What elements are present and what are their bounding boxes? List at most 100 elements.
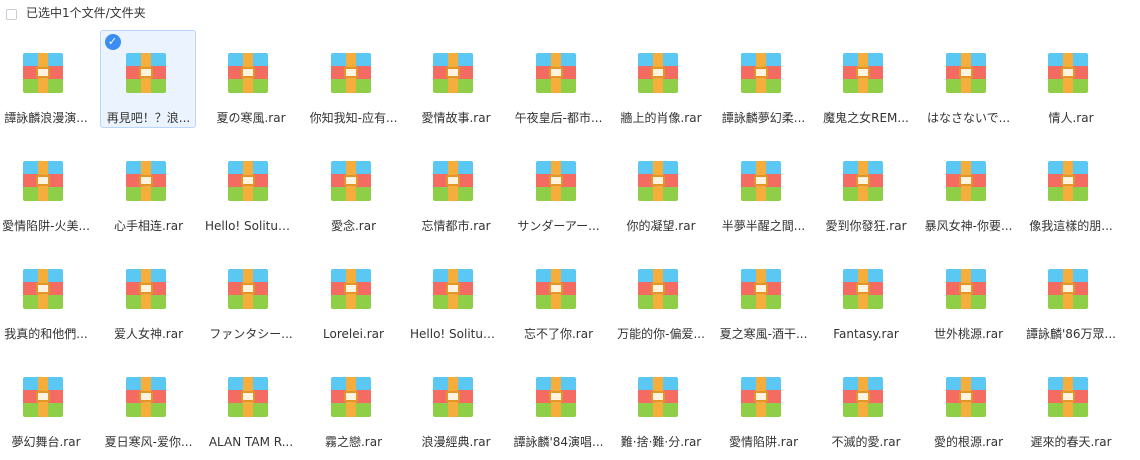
file-name-label: 像我這樣的朋...	[1029, 219, 1113, 233]
archive-rar-icon	[843, 53, 883, 93]
archive-rar-icon	[433, 377, 473, 417]
checkmark-icon[interactable]: ✓	[104, 34, 121, 50]
file-item[interactable]: 愛情陷阱-火美...	[0, 138, 93, 236]
file-name-label: 暴风女神-你要...	[924, 219, 1013, 233]
archive-rar-icon	[945, 161, 986, 201]
file-item[interactable]: Lorelei.rar	[305, 246, 401, 344]
archive-rar-icon	[843, 269, 883, 309]
file-item[interactable]: Hello! Solitud...	[407, 246, 503, 344]
file-name-label: 魔鬼之女REM...	[823, 111, 909, 125]
file-item[interactable]: 我真的和他們...	[0, 246, 93, 344]
file-item[interactable]: 情人.rar	[1022, 30, 1118, 128]
file-name-label: はなさないで...	[926, 111, 1011, 125]
file-name-label: 夏之寒風-酒干...	[719, 327, 808, 341]
file-name-label: 情人.rar	[1048, 111, 1094, 125]
archive-rar-icon	[228, 377, 268, 417]
file-name-label: ALAN TAM R...	[208, 435, 294, 449]
selection-count-text: 已选中1个文件/文件夹	[26, 6, 146, 20]
archive-rar-icon	[433, 269, 473, 309]
archive-rar-icon	[23, 377, 63, 417]
archive-rar-icon	[535, 53, 576, 93]
archive-rar-icon	[330, 269, 371, 309]
select-all-checkbox[interactable]	[6, 9, 17, 20]
file-item[interactable]: 譚詠麟'86万眾...	[1022, 246, 1118, 344]
file-item[interactable]: Fantasy.rar	[817, 246, 913, 344]
file-item[interactable]: 愛到你發狂.rar	[817, 138, 913, 236]
file-item[interactable]: 万能的你-偏爱...	[612, 246, 708, 344]
file-item[interactable]: 浪漫經典.rar	[407, 354, 503, 452]
file-name-label: 譚詠麟浪漫演...	[4, 111, 88, 125]
file-name-label: 忘情都市.rar	[421, 219, 491, 233]
file-item[interactable]: 夏の寒風.rar	[202, 30, 298, 128]
file-item[interactable]: 愛情故事.rar	[407, 30, 503, 128]
file-name-label: Hello! Solitud...	[410, 327, 502, 341]
archive-rar-icon	[638, 377, 678, 417]
file-item[interactable]: 譚詠麟'84演唱...	[510, 354, 606, 452]
file-item[interactable]: 忘情都市.rar	[407, 138, 503, 236]
file-name-label: 夢幻舞台.rar	[11, 435, 81, 449]
archive-rar-icon	[23, 53, 63, 93]
file-item[interactable]: 心手相连.rar	[100, 138, 196, 236]
archive-rar-icon	[740, 269, 781, 309]
file-item[interactable]: はなさないで...	[920, 30, 1016, 128]
file-name-label: 霧之戀.rar	[324, 435, 383, 449]
file-item[interactable]: 愛情陷阱.rar	[715, 354, 811, 452]
file-name-label: 心手相连.rar	[113, 219, 184, 233]
file-item[interactable]: サンダーアー...	[510, 138, 606, 236]
file-name-label: 譚詠麟'86万眾...	[1025, 327, 1116, 341]
file-item[interactable]: 難·捨·難·分.rar	[612, 354, 708, 452]
archive-rar-icon	[1048, 161, 1088, 201]
archive-rar-icon	[330, 161, 371, 201]
archive-rar-icon	[740, 53, 781, 93]
file-name-label: 愛的根源.rar	[933, 435, 1004, 449]
file-item[interactable]: 夏日寒风-爱你...	[100, 354, 196, 452]
file-item[interactable]: 譚詠麟浪漫演...	[0, 30, 93, 128]
archive-rar-icon	[433, 161, 473, 201]
file-item[interactable]: 譚詠麟夢幻柔...	[715, 30, 811, 128]
file-item[interactable]: 忘不了你.rar	[510, 246, 606, 344]
archive-rar-icon	[843, 377, 883, 417]
file-item[interactable]: 夢幻舞台.rar	[0, 354, 93, 452]
file-name-label: 愛念.rar	[330, 219, 377, 233]
file-item[interactable]: 像我這樣的朋...	[1022, 138, 1118, 236]
file-name-label: 万能的你-偏爱...	[617, 327, 705, 341]
file-item[interactable]: 不滅的愛.rar	[817, 354, 913, 452]
archive-rar-icon	[125, 377, 166, 417]
file-item[interactable]: 愛的根源.rar	[920, 354, 1016, 452]
file-item[interactable]: ALAN TAM R...	[202, 354, 298, 452]
archive-rar-icon	[740, 161, 781, 201]
archive-rar-icon	[945, 53, 986, 93]
file-item[interactable]: ✓ 再見吧！？浪...	[99, 30, 196, 128]
file-item[interactable]: ファンタシー...	[202, 246, 298, 344]
file-name-label: ファンタシー...	[209, 327, 293, 341]
file-item[interactable]: 夏之寒風-酒干...	[715, 246, 811, 344]
file-name-label: 愛情陷阱.rar	[728, 435, 799, 449]
file-name-label: サンダーアー...	[517, 219, 600, 233]
file-item[interactable]: 爱人女神.rar	[100, 246, 196, 344]
archive-rar-icon	[330, 53, 371, 93]
file-name-label: 你的凝望.rar	[626, 219, 696, 233]
file-item[interactable]: 霧之戀.rar	[305, 354, 401, 452]
file-item[interactable]: 半夢半醒之間...	[715, 138, 811, 236]
file-item[interactable]: 世外桃源.rar	[920, 246, 1016, 344]
archive-rar-icon	[228, 269, 268, 309]
file-item[interactable]: 你的凝望.rar	[612, 138, 708, 236]
file-item[interactable]: 午夜皇后-都市...	[510, 30, 606, 128]
file-name-label: 不滅的愛.rar	[831, 435, 901, 449]
file-name-label: 半夢半醒之間...	[721, 219, 806, 233]
file-item[interactable]: 愛念.rar	[305, 138, 401, 236]
file-item[interactable]: 你知我知-应有...	[305, 30, 401, 128]
archive-rar-icon	[125, 53, 166, 93]
archive-rar-icon	[23, 269, 63, 309]
file-name-label: 愛情陷阱-火美...	[2, 219, 90, 233]
file-item[interactable]: Hello! Solitud...	[202, 138, 298, 236]
file-item[interactable]: 魔鬼之女REM...	[817, 30, 913, 128]
archive-rar-icon	[23, 161, 63, 201]
file-item[interactable]: 暴风女神-你要...	[920, 138, 1016, 236]
file-item[interactable]: 遲來的春天.rar	[1022, 354, 1118, 452]
file-name-label: 譚詠麟夢幻柔...	[721, 111, 806, 125]
archive-rar-icon	[843, 161, 883, 201]
file-name-label: Fantasy.rar	[833, 327, 899, 341]
archive-rar-icon	[1048, 377, 1088, 417]
file-item[interactable]: 牆上的肖像.rar	[612, 30, 708, 128]
